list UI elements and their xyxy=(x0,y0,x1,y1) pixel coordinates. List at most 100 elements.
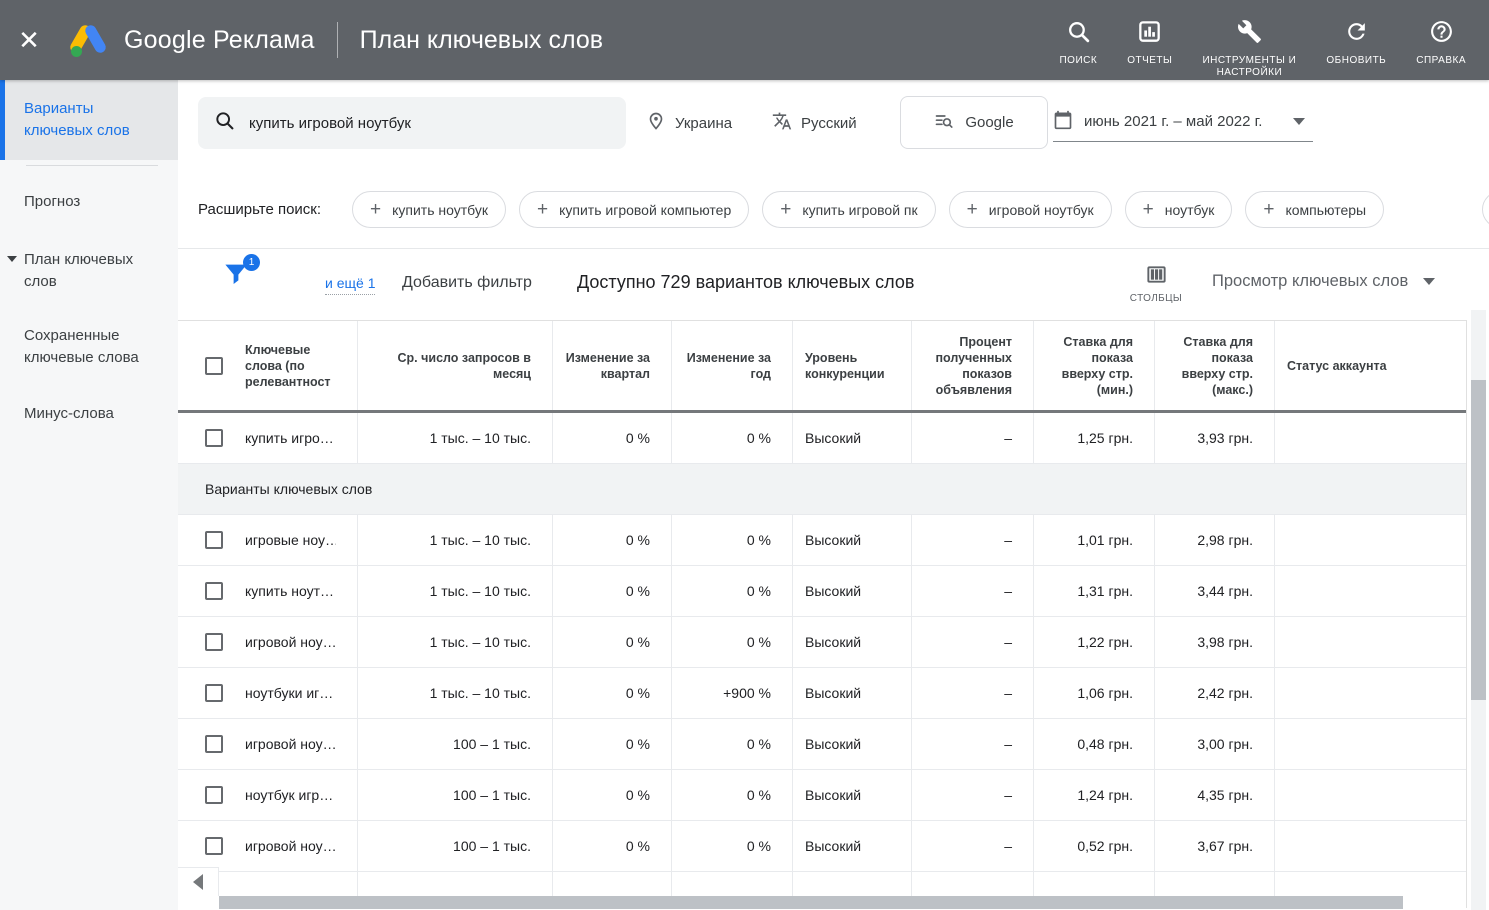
keyword-chip[interactable]: + компьютеры xyxy=(1245,191,1384,228)
row-checkbox[interactable] xyxy=(205,837,223,855)
plus-icon: + xyxy=(370,200,381,219)
keyword-text: купить ноут… xyxy=(245,583,334,599)
language-label: Русский xyxy=(801,115,857,132)
row-checkbox[interactable] xyxy=(205,429,223,447)
add-filter-button[interactable]: Добавить фильтр xyxy=(402,274,532,292)
row-checkbox[interactable] xyxy=(205,531,223,549)
bid-high-cell: 2,42 грн. xyxy=(1155,668,1275,718)
bid-high-cell: 2,98 грн. xyxy=(1155,515,1275,565)
select-all-checkbox[interactable] xyxy=(205,357,223,375)
sidebar-item-saved-keywords[interactable]: Сохраненные ключевые слова xyxy=(0,310,178,384)
language-selector[interactable]: Русский xyxy=(772,110,857,136)
sidebar-item-keyword-plan[interactable]: План ключевых слов xyxy=(0,234,178,308)
header-top-of-page-bid-low[interactable]: Ставка для показа вверху стр. (мин.) xyxy=(1034,321,1155,410)
bid-low-cell: 1,31 грн. xyxy=(1034,566,1155,616)
network-selector[interactable]: Google xyxy=(900,96,1048,149)
row-checkbox[interactable] xyxy=(205,786,223,804)
header-ad-impression-share[interactable]: Процент полученных показов объявления xyxy=(912,321,1034,410)
account-status-cell xyxy=(1275,719,1467,769)
chip-label: компьютеры xyxy=(1285,202,1366,218)
bid-low-cell: 0,48 грн. xyxy=(1034,719,1155,769)
vertical-scrollbar[interactable] xyxy=(1471,380,1486,700)
more-filters-link[interactable]: и ещё 1 xyxy=(325,275,375,295)
row-checkbox[interactable] xyxy=(205,684,223,702)
row-checkbox[interactable] xyxy=(205,633,223,651)
header-keywords[interactable]: Ключевые слова (по релевантност xyxy=(178,321,358,410)
avg-monthly-searches-cell: 1 тыс. – 10 тыс. xyxy=(358,617,553,667)
competition-cell: Высокий xyxy=(793,617,912,667)
close-button[interactable]: ✕ xyxy=(0,0,58,80)
nav-tools[interactable]: ИНСТРУМЕНТЫ И НАСТРОЙКИ xyxy=(1187,2,1311,79)
date-range-selector[interactable]: июнь 2021 г. – май 2022 г. xyxy=(1053,102,1313,142)
impression-share-cell: – xyxy=(912,413,1034,463)
header-avg-monthly-searches[interactable]: Ср. число запросов в месяц xyxy=(358,321,553,410)
avg-monthly-searches-cell: 100 – 1 тыс. xyxy=(358,821,553,871)
logo-blue-bar xyxy=(83,23,108,54)
keyword-text: игровые ноу… xyxy=(245,532,336,548)
search-icon xyxy=(1066,19,1091,49)
avg-monthly-searches-cell: 1 тыс. – 10 тыс. xyxy=(358,668,553,718)
header-account-status[interactable]: Статус аккаунта xyxy=(1275,321,1467,410)
nav-search[interactable]: ПОИСК xyxy=(1044,2,1112,67)
keyword-text: игровой ноу… xyxy=(245,634,336,650)
header-nav: ПОИСК ОТЧЕТЫ ИНСТРУМЕНТЫ И НАСТРОЙКИ ОБН… xyxy=(1044,2,1489,79)
expand-search-label: Расширьте поиск: xyxy=(198,201,321,218)
sidebar-item-keyword-ideas[interactable]: Варианты ключевых слов xyxy=(0,80,178,160)
competition-cell: Высокий xyxy=(793,770,912,820)
sidebar-item-forecast[interactable]: Прогноз xyxy=(0,176,178,228)
google-ads-logo-icon xyxy=(68,22,108,58)
filter-funnel-button[interactable]: 1 xyxy=(221,259,257,295)
account-status-cell xyxy=(1275,617,1467,667)
columns-button[interactable]: СТОЛБЦЫ xyxy=(1128,263,1184,304)
scroll-left-button[interactable] xyxy=(178,867,219,896)
keyword-chip[interactable]: + ноутбук xyxy=(1125,191,1233,228)
competition-cell: Высокий xyxy=(793,668,912,718)
bid-high-cell: 3,93 грн. xyxy=(1155,413,1275,463)
row-checkbox[interactable] xyxy=(205,582,223,600)
impression-share-cell: – xyxy=(912,515,1034,565)
translate-icon xyxy=(772,111,792,135)
table-row: игровой ноу… 100 – 1 тыс. 0 % 0 % Высоки… xyxy=(178,821,1466,872)
nav-help[interactable]: СПРАВКА xyxy=(1401,2,1481,67)
reports-icon xyxy=(1137,19,1162,49)
sidebar-item-negative-keywords[interactable]: Минус-слова xyxy=(0,388,178,440)
header-quarterly-change[interactable]: Изменение за квартал xyxy=(553,321,672,410)
competition-cell: Высокий xyxy=(793,515,912,565)
quarterly-change-cell: 0 % xyxy=(553,770,672,820)
chip-label: игровой ноутбук xyxy=(989,202,1094,218)
bid-low-cell: 1,25 грн. xyxy=(1034,413,1155,463)
keyword-chip[interactable]: + купить игровой пк xyxy=(762,191,935,228)
bid-low-cell: 1,22 грн. xyxy=(1034,617,1155,667)
table-header-row: Ключевые слова (по релевантност Ср. числ… xyxy=(178,321,1466,413)
keyword-text: игровой ноу… xyxy=(245,736,336,752)
view-selector-label: Просмотр ключевых слов xyxy=(1212,272,1408,291)
location-selector[interactable]: Украина xyxy=(646,110,732,136)
plus-icon: + xyxy=(537,200,548,219)
arrow-left-icon xyxy=(193,874,203,890)
row-checkbox[interactable] xyxy=(205,735,223,753)
account-status-cell xyxy=(1275,413,1467,463)
search-input[interactable] xyxy=(249,115,610,132)
yoy-change-cell: 0 % xyxy=(672,821,793,871)
table-body: игровые ноу… 1 тыс. – 10 тыс. 0 % 0 % Вы… xyxy=(178,515,1466,872)
keyword-chip[interactable]: + игровой ноутбук xyxy=(949,191,1112,228)
keyword-search-box[interactable] xyxy=(198,97,626,149)
horizontal-scrollbar[interactable] xyxy=(219,896,1403,909)
refresh-icon xyxy=(1344,19,1369,49)
sidebar-divider xyxy=(26,165,158,166)
header-competition[interactable]: Уровень конкуренции xyxy=(793,321,912,410)
nav-refresh[interactable]: ОБНОВИТЬ xyxy=(1311,2,1401,67)
nav-reports[interactable]: ОТЧЕТЫ xyxy=(1112,2,1187,67)
keyword-chip[interactable]: + купить ноутбук xyxy=(352,191,506,228)
header-top-of-page-bid-high[interactable]: Ставка для показа вверху стр. (макс.) xyxy=(1155,321,1275,410)
keyword-cell: ноутбуки иг… xyxy=(178,668,358,718)
quarterly-change-cell: 0 % xyxy=(553,617,672,667)
keyword-ideas-table: Ключевые слова (по релевантност Ср. числ… xyxy=(178,320,1467,908)
quarterly-change-cell: 0 % xyxy=(553,515,672,565)
header-yoy-change[interactable]: Изменение за год xyxy=(672,321,793,410)
keyword-chip[interactable]: + купить игровой компьютер xyxy=(519,191,749,228)
filter-count-badge: 1 xyxy=(243,254,260,271)
plus-icon: + xyxy=(780,200,791,219)
yoy-change-cell: 0 % xyxy=(672,566,793,616)
keyword-view-selector[interactable]: Просмотр ключевых слов xyxy=(1212,272,1435,291)
